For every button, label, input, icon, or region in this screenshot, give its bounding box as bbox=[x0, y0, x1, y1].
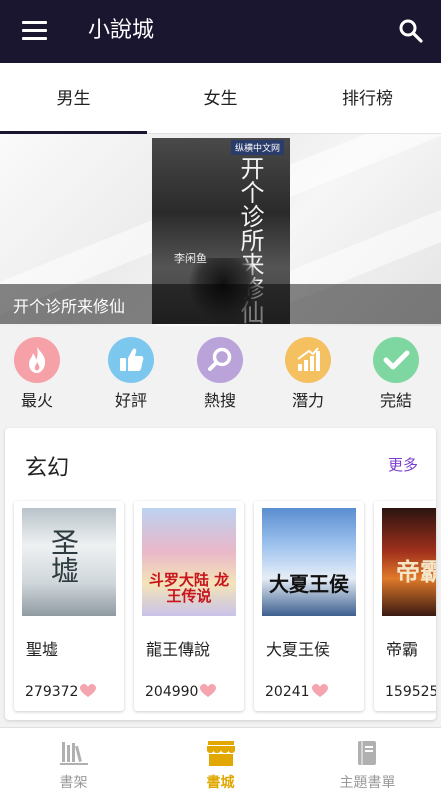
banner-caption-bar: 开个诊所来修仙 bbox=[0, 284, 441, 324]
bookshelf-icon bbox=[59, 742, 88, 765]
book-card[interactable]: 圣墟 聖墟 279372 bbox=[14, 501, 124, 711]
category-praise[interactable]: 好評 bbox=[100, 337, 162, 411]
flame-icon bbox=[14, 337, 60, 383]
category-trending[interactable]: 熱搜 bbox=[189, 337, 251, 411]
section-card-fantasy: 玄幻 更多 圣墟 聖墟 279372 斗罗大陆 龙王传说 龍王傳說 204990… bbox=[5, 428, 436, 720]
banner-cover-author: 李闲鱼 bbox=[174, 252, 207, 265]
category-label: 潛力 bbox=[291, 391, 324, 410]
book-cover: 帝霸 bbox=[382, 508, 436, 616]
banner-carousel[interactable]: 纵横中文网 开个诊所来修仙 李闲鱼 开个诊所来修仙 bbox=[0, 134, 441, 326]
book-title: 帝霸 bbox=[386, 640, 419, 659]
book-title: 龍王傳說 bbox=[146, 640, 211, 659]
publisher-label: 纵横中文网 bbox=[230, 140, 284, 155]
book-cover: 斗罗大陆 龙王传说 bbox=[142, 508, 236, 616]
category-label: 最火 bbox=[20, 391, 53, 410]
book-card[interactable]: 帝霸 帝霸 159525 bbox=[374, 501, 436, 711]
check-icon bbox=[373, 337, 419, 383]
nav-label: 書架 bbox=[59, 775, 88, 791]
more-link[interactable]: 更多 bbox=[388, 454, 418, 475]
section-title: 玄幻 bbox=[25, 456, 70, 481]
book-title: 聖墟 bbox=[26, 640, 59, 659]
book-card[interactable]: 大夏王侯 大夏王侯 20241 bbox=[254, 501, 364, 711]
store-icon bbox=[206, 741, 235, 766]
book-list-icon bbox=[357, 741, 376, 765]
book-popularity: 279372 bbox=[25, 684, 97, 700]
nav-label: 主題書單 bbox=[339, 775, 396, 791]
nav-bookshelf[interactable]: 書架 bbox=[0, 728, 147, 801]
tab-male[interactable]: 男生 bbox=[0, 63, 147, 133]
menu-icon[interactable] bbox=[22, 20, 47, 42]
heart-icon bbox=[80, 684, 97, 697]
tab-bar: 男生 女生 排行榜 bbox=[0, 63, 441, 134]
bar-chart-icon bbox=[285, 337, 331, 383]
category-label: 好評 bbox=[114, 391, 147, 410]
book-cover: 大夏王侯 bbox=[262, 508, 356, 616]
book-popularity: 204990 bbox=[145, 684, 217, 700]
heart-icon bbox=[200, 684, 217, 697]
banner-caption: 开个诊所来修仙 bbox=[13, 297, 126, 316]
bottom-nav: 書架 書城 主題書單 bbox=[0, 727, 441, 801]
category-hot[interactable]: 最火 bbox=[6, 337, 68, 411]
thumbs-up-icon bbox=[108, 337, 154, 383]
category-label: 完結 bbox=[379, 391, 412, 410]
book-card[interactable]: 斗罗大陆 龙王传说 龍王傳說 204990 bbox=[134, 501, 244, 711]
book-popularity: 20241 bbox=[265, 684, 328, 700]
tab-ranking[interactable]: 排行榜 bbox=[294, 63, 441, 133]
search-icon bbox=[197, 337, 243, 383]
tab-female[interactable]: 女生 bbox=[147, 63, 294, 133]
category-shortcuts: 最火 好評 熱搜 潛力 完結 bbox=[0, 327, 441, 422]
category-label: 熱搜 bbox=[203, 391, 236, 410]
category-potential[interactable]: 潛力 bbox=[277, 337, 339, 411]
category-completed[interactable]: 完結 bbox=[365, 337, 427, 411]
nav-label: 書城 bbox=[206, 775, 235, 791]
book-popularity: 159525 bbox=[385, 684, 436, 700]
nav-bookstore[interactable]: 書城 bbox=[147, 728, 294, 801]
book-title: 大夏王侯 bbox=[266, 640, 331, 659]
search-icon[interactable] bbox=[398, 18, 424, 44]
app-title: 小說城 bbox=[88, 18, 155, 43]
heart-icon bbox=[311, 684, 328, 697]
nav-book-lists[interactable]: 主題書單 bbox=[294, 728, 441, 801]
book-cover: 圣墟 bbox=[22, 508, 116, 616]
app-bar: 小說城 bbox=[0, 0, 441, 63]
